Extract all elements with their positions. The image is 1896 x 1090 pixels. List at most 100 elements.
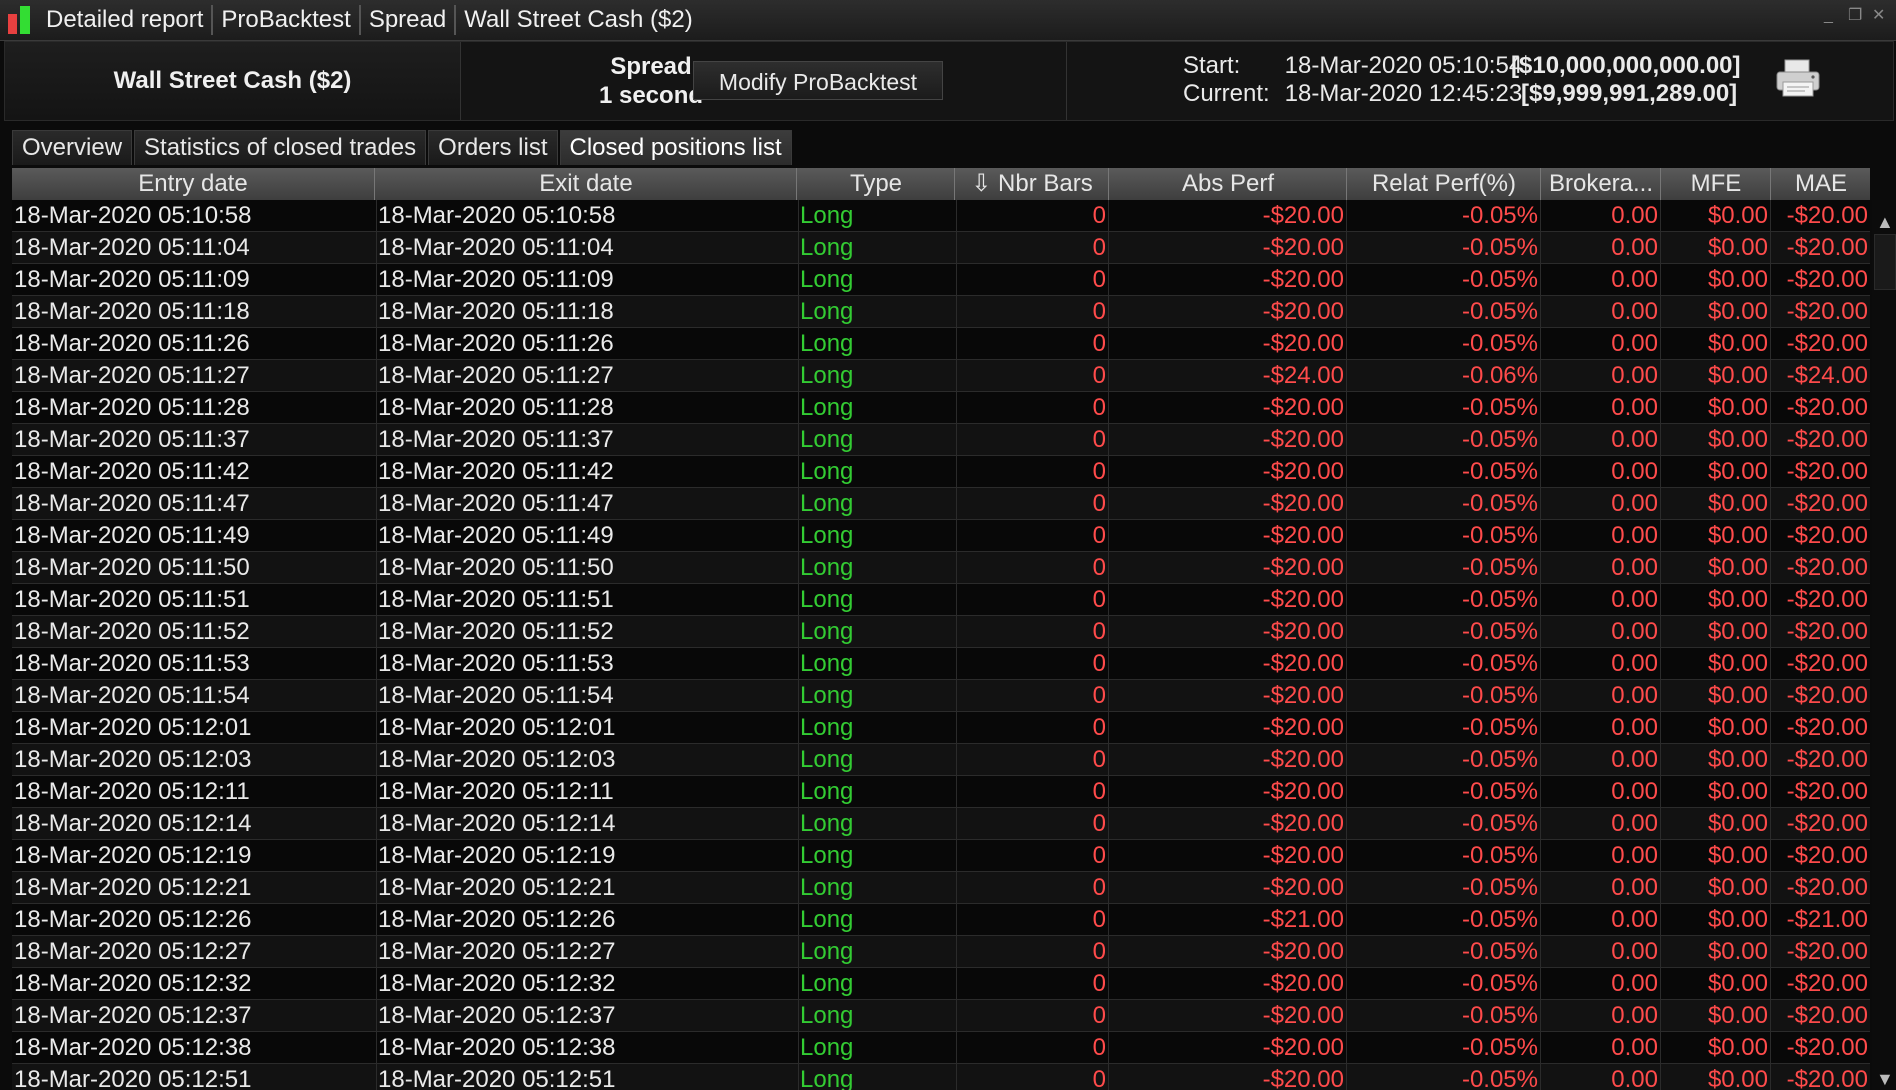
nbr-bars-cell: 0 [956, 744, 1109, 775]
table-row[interactable]: 18-Mar-2020 05:12:11 18-Mar-2020 05:12:11… [12, 776, 1870, 808]
entry-date-cell: 18-Mar-2020 05:12:37 [12, 1000, 377, 1031]
table-row[interactable]: 18-Mar-2020 05:12:21 18-Mar-2020 05:12:21… [12, 872, 1870, 904]
entry-date-cell: 18-Mar-2020 05:11:27 [12, 360, 377, 391]
abs-perf-cell: -$20.00 [1110, 872, 1347, 903]
table-row[interactable]: 18-Mar-2020 05:12:32 18-Mar-2020 05:12:32… [12, 968, 1870, 1000]
scroll-down-arrow-icon[interactable]: ▼ [1876, 1069, 1894, 1090]
table-row[interactable]: 18-Mar-2020 05:11:52 18-Mar-2020 05:11:52… [12, 616, 1870, 648]
type-cell: Long [798, 264, 957, 295]
table-row[interactable]: 18-Mar-2020 05:12:14 18-Mar-2020 05:12:14… [12, 808, 1870, 840]
minimize-icon[interactable]: _ [1824, 8, 1840, 24]
table-row[interactable]: 18-Mar-2020 05:10:58 18-Mar-2020 05:10:58… [12, 200, 1870, 232]
nbr-bars-cell: 0 [956, 616, 1109, 647]
table-row[interactable]: 18-Mar-2020 05:11:26 18-Mar-2020 05:11:26… [12, 328, 1870, 360]
mfe-cell: $0.00 [1662, 648, 1771, 679]
nbr-bars-cell: 0 [956, 936, 1109, 967]
table-row[interactable]: 18-Mar-2020 05:12:51 18-Mar-2020 05:12:51… [12, 1064, 1870, 1090]
brokerage-cell: 0.00 [1542, 840, 1661, 871]
table-row[interactable]: 18-Mar-2020 05:12:37 18-Mar-2020 05:12:37… [12, 1000, 1870, 1032]
table-row[interactable]: 18-Mar-2020 05:12:26 18-Mar-2020 05:12:26… [12, 904, 1870, 936]
relat-perf-cell: -0.05% [1348, 488, 1541, 519]
nbr-bars-cell: 0 [956, 1000, 1109, 1031]
table-row[interactable]: 18-Mar-2020 05:12:01 18-Mar-2020 05:12:01… [12, 712, 1870, 744]
abs-perf-cell: -$21.00 [1110, 904, 1347, 935]
table-row[interactable]: 18-Mar-2020 05:11:04 18-Mar-2020 05:11:04… [12, 232, 1870, 264]
tab-orders-list[interactable]: Orders list [428, 130, 558, 165]
relat-perf-cell: -0.05% [1348, 552, 1541, 583]
col-type[interactable]: Type [798, 168, 955, 200]
modify-probacktest-button[interactable]: Modify ProBacktest [693, 61, 943, 100]
table-row[interactable]: 18-Mar-2020 05:12:03 18-Mar-2020 05:12:03… [12, 744, 1870, 776]
exit-date-cell: 18-Mar-2020 05:11:42 [376, 456, 799, 487]
abs-perf-cell: -$20.00 [1110, 520, 1347, 551]
entry-date-cell: 18-Mar-2020 05:12:01 [12, 712, 377, 743]
mae-cell: -$20.00 [1786, 202, 1868, 229]
col-mae[interactable]: MAE [1772, 168, 1870, 200]
relat-perf-cell: -0.05% [1348, 264, 1541, 295]
abs-perf-cell: -$20.00 [1110, 648, 1347, 679]
close-icon[interactable]: ✕ [1872, 8, 1888, 24]
mfe-cell: $0.00 [1662, 520, 1771, 551]
restore-icon[interactable]: ❐ [1848, 8, 1864, 24]
relat-perf-cell: -0.06% [1348, 360, 1541, 391]
table-row[interactable]: 18-Mar-2020 05:12:19 18-Mar-2020 05:12:19… [12, 840, 1870, 872]
tab-overview[interactable]: Overview [12, 130, 133, 165]
relat-perf-cell: -0.05% [1348, 232, 1541, 263]
exit-date-cell: 18-Mar-2020 05:12:32 [376, 968, 799, 999]
scroll-up-arrow-icon[interactable]: ▲ [1876, 212, 1894, 233]
scroll-thumb[interactable] [1874, 234, 1896, 290]
title-instrument: Wall Street Cash ($2) [464, 6, 693, 33]
table-body: 18-Mar-2020 05:10:58 18-Mar-2020 05:10:58… [12, 200, 1870, 1090]
mae-cell: -$20.00 [1786, 618, 1868, 645]
mae-cell: -$20.00 [1786, 490, 1868, 517]
col-nbr-bars-label: Nbr Bars [998, 170, 1093, 197]
table-row[interactable]: 18-Mar-2020 05:11:49 18-Mar-2020 05:11:49… [12, 520, 1870, 552]
mae-cell: -$20.00 [1786, 234, 1868, 261]
col-entry-date[interactable]: Entry date [12, 168, 375, 200]
exit-date-cell: 18-Mar-2020 05:11:53 [376, 648, 799, 679]
table-row[interactable]: 18-Mar-2020 05:12:38 18-Mar-2020 05:12:38… [12, 1032, 1870, 1064]
table-row[interactable]: 18-Mar-2020 05:11:51 18-Mar-2020 05:11:51… [12, 584, 1870, 616]
brokerage-cell: 0.00 [1542, 488, 1661, 519]
table-row[interactable]: 18-Mar-2020 05:11:27 18-Mar-2020 05:11:27… [12, 360, 1870, 392]
tab-closed-positions-list[interactable]: Closed positions list [559, 130, 792, 165]
brokerage-cell: 0.00 [1542, 936, 1661, 967]
vertical-scrollbar[interactable]: ▲ ▼ [1872, 200, 1896, 1090]
table-row[interactable]: 18-Mar-2020 05:11:47 18-Mar-2020 05:11:47… [12, 488, 1870, 520]
table-row[interactable]: 18-Mar-2020 05:11:28 18-Mar-2020 05:11:28… [12, 392, 1870, 424]
table-row[interactable]: 18-Mar-2020 05:11:42 18-Mar-2020 05:11:42… [12, 456, 1870, 488]
col-brokerage[interactable]: Brokera... [1542, 168, 1661, 200]
sort-descending-icon: ⇩ [971, 170, 999, 197]
mfe-cell: $0.00 [1662, 232, 1771, 263]
abs-perf-cell: -$20.00 [1110, 328, 1347, 359]
relat-perf-cell: -0.05% [1348, 424, 1541, 455]
table-row[interactable]: 18-Mar-2020 05:11:37 18-Mar-2020 05:11:37… [12, 424, 1870, 456]
brokerage-cell: 0.00 [1542, 360, 1661, 391]
mfe-cell: $0.00 [1662, 680, 1771, 711]
nbr-bars-cell: 0 [956, 968, 1109, 999]
table-row[interactable]: 18-Mar-2020 05:12:27 18-Mar-2020 05:12:27… [12, 936, 1870, 968]
table-row[interactable]: 18-Mar-2020 05:11:50 18-Mar-2020 05:11:50… [12, 552, 1870, 584]
entry-date-cell: 18-Mar-2020 05:11:49 [12, 520, 377, 551]
col-exit-date[interactable]: Exit date [376, 168, 797, 200]
col-nbr-bars[interactable]: ⇩ Nbr Bars [956, 168, 1109, 200]
mfe-cell: $0.00 [1662, 872, 1771, 903]
exit-date-cell: 18-Mar-2020 05:11:18 [376, 296, 799, 327]
mae-cell: -$20.00 [1786, 714, 1868, 741]
table-row[interactable]: 18-Mar-2020 05:11:09 18-Mar-2020 05:11:09… [12, 264, 1870, 296]
col-mfe[interactable]: MFE [1662, 168, 1771, 200]
mae-cell: -$20.00 [1786, 298, 1868, 325]
table-row[interactable]: 18-Mar-2020 05:11:53 18-Mar-2020 05:11:53… [12, 648, 1870, 680]
printer-icon[interactable] [1775, 58, 1821, 100]
tab-statistics-closed-trades[interactable]: Statistics of closed trades [134, 130, 427, 165]
brokerage-cell: 0.00 [1542, 808, 1661, 839]
col-abs-perf[interactable]: Abs Perf [1110, 168, 1347, 200]
mfe-cell: $0.00 [1662, 200, 1771, 231]
candlestick-app-icon [4, 0, 38, 40]
type-cell: Long [798, 552, 957, 583]
col-relat-perf[interactable]: Relat Perf(%) [1348, 168, 1541, 200]
table-row[interactable]: 18-Mar-2020 05:11:18 18-Mar-2020 05:11:18… [12, 296, 1870, 328]
table-row[interactable]: 18-Mar-2020 05:11:54 18-Mar-2020 05:11:54… [12, 680, 1870, 712]
brokerage-cell: 0.00 [1542, 456, 1661, 487]
relat-perf-cell: -0.05% [1348, 1032, 1541, 1063]
